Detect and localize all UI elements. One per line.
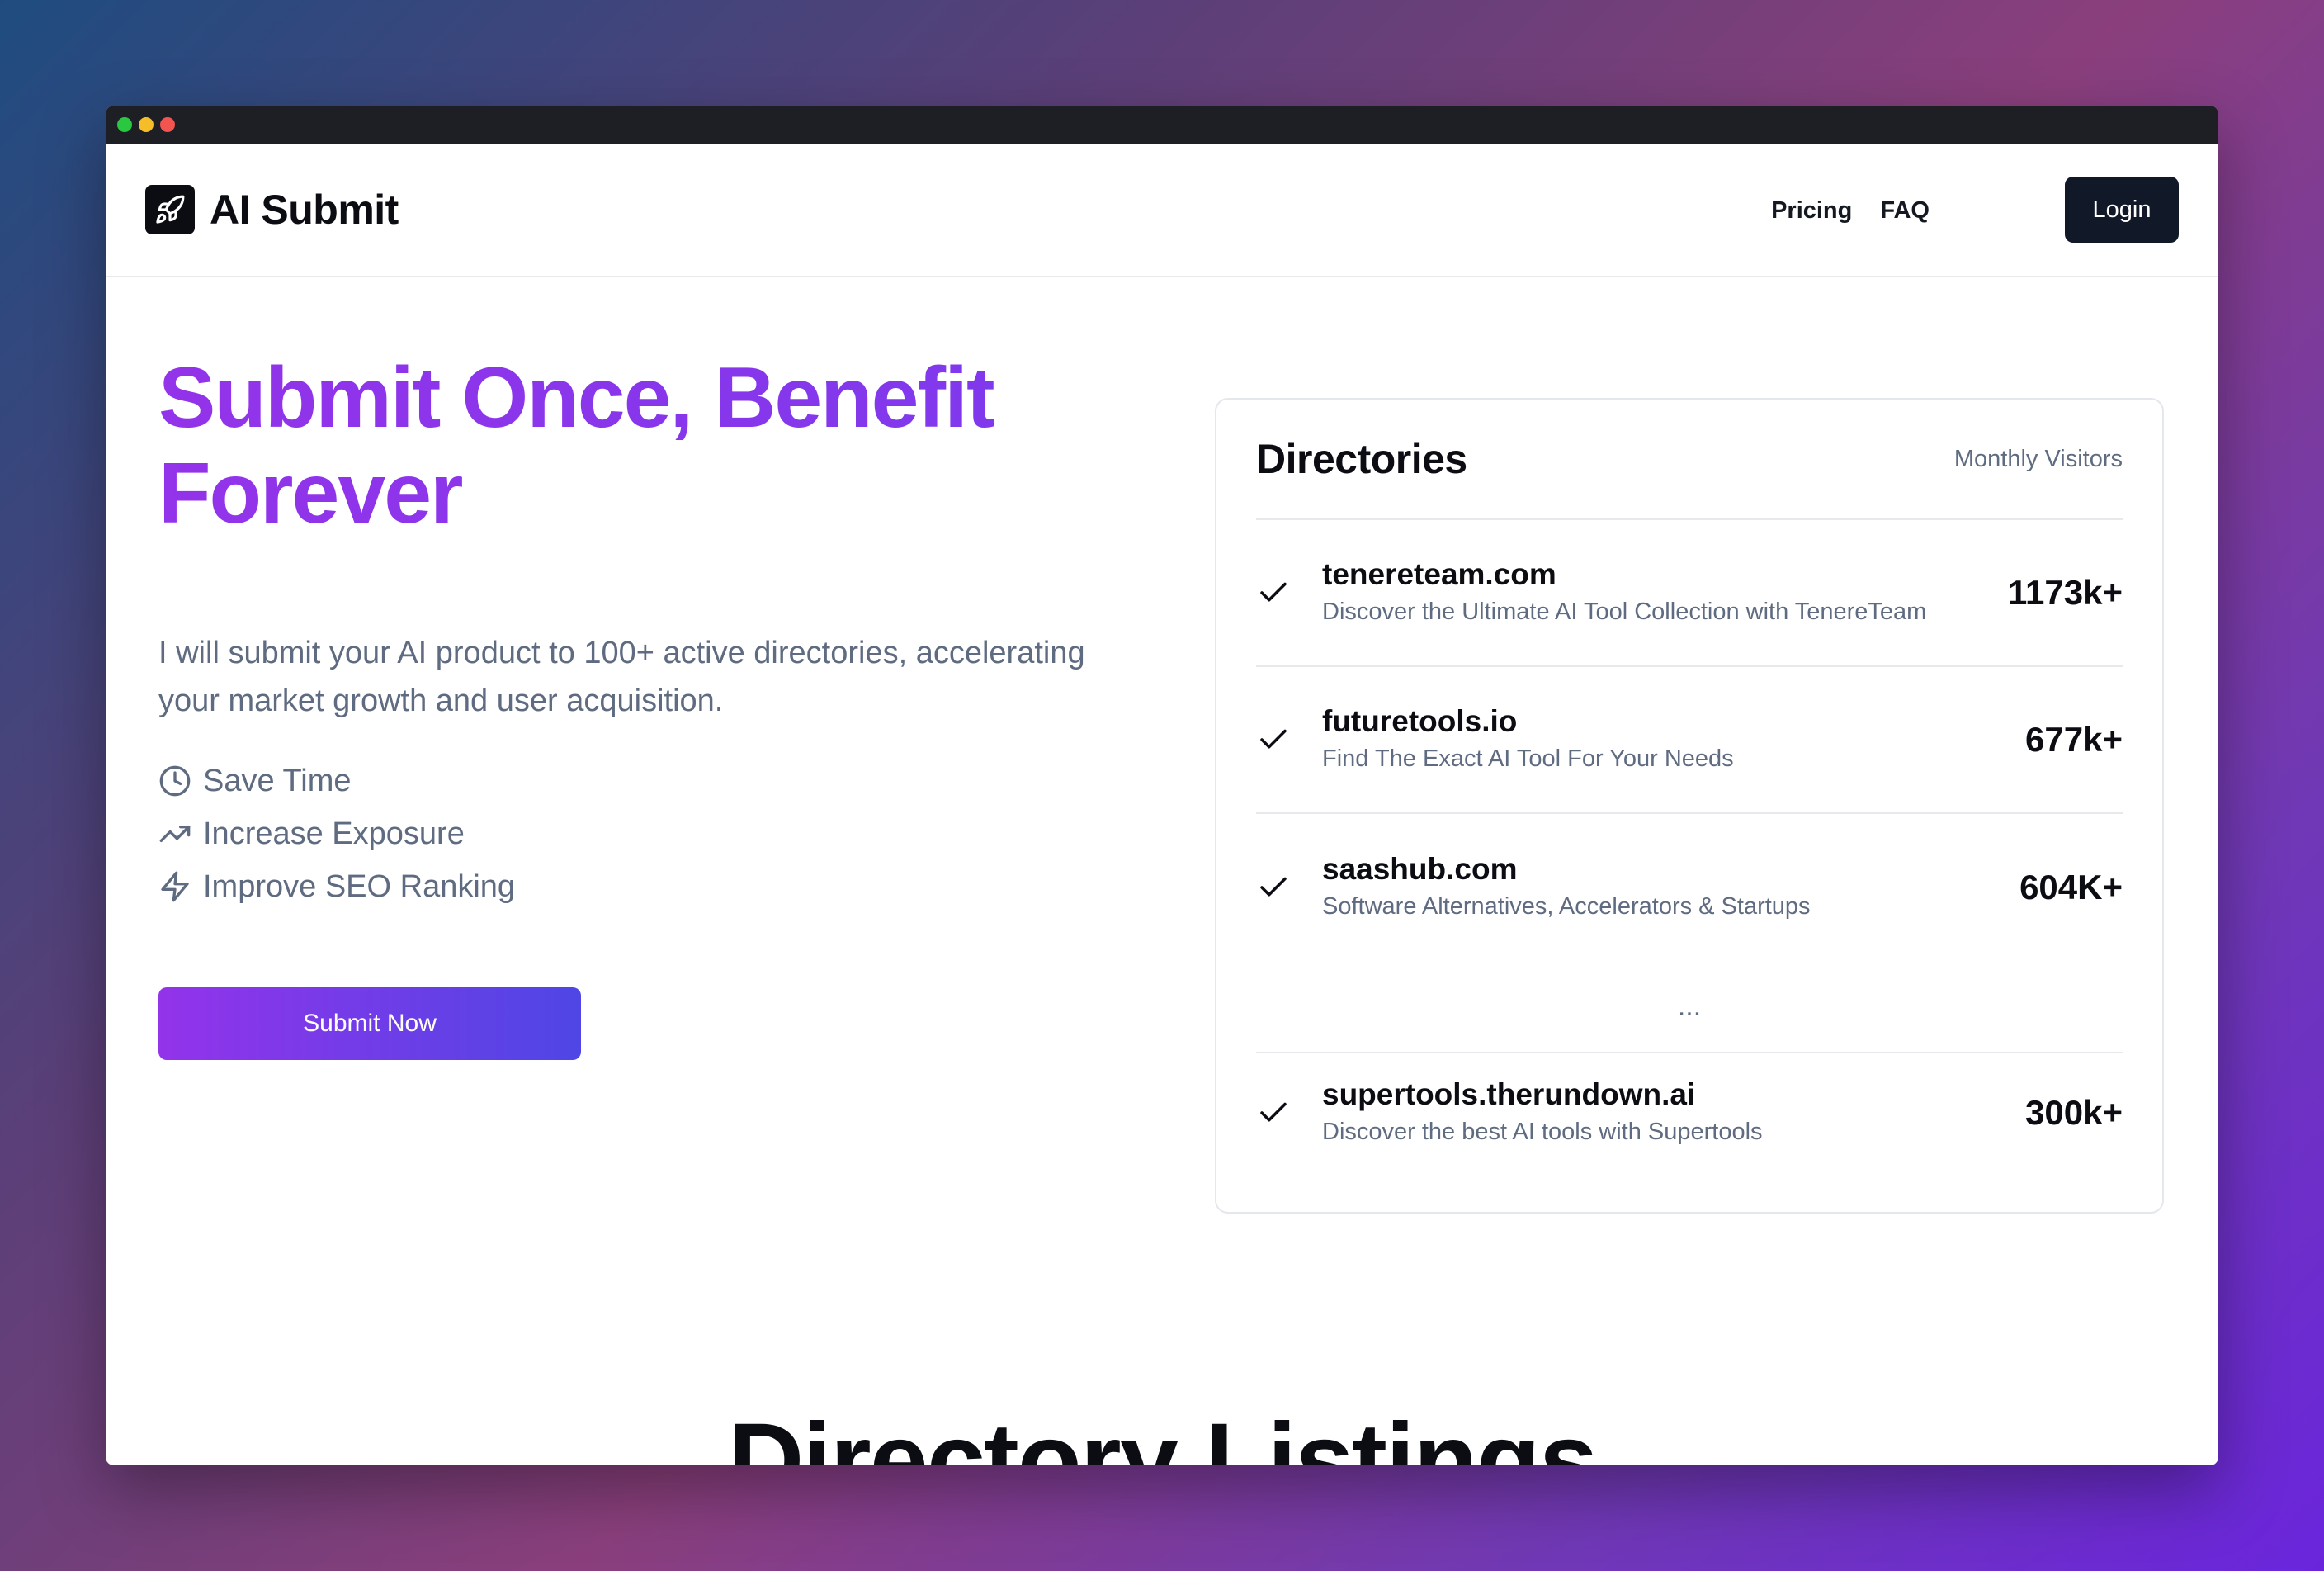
browser-window: AI Submit Pricing FAQ Login Submit Once,… xyxy=(106,106,2218,1465)
directory-description: Find The Exact AI Tool For Your Needs xyxy=(1322,745,1734,772)
directory-name: futuretools.io xyxy=(1322,704,1518,738)
check-icon xyxy=(1256,722,1322,757)
hero-title: Submit Once, Benefit Forever xyxy=(158,350,1198,542)
rocket-icon xyxy=(145,185,195,234)
directory-visitors: 300k+ xyxy=(2025,1093,2123,1132)
directory-row: saashub.com Software Alternatives, Accel… xyxy=(1256,814,2123,961)
directories-card: Directories Monthly Visitors tenereteam.… xyxy=(1215,398,2164,1214)
section-title: Directory Listings xyxy=(727,1402,1598,1465)
window-close-button[interactable] xyxy=(160,117,175,132)
directory-visitors: 604K+ xyxy=(2019,868,2123,906)
directory-visitors: 677k+ xyxy=(2025,720,2123,759)
feature-item: Improve SEO Ranking xyxy=(158,860,1198,913)
directory-name: supertools.therundown.ai xyxy=(1322,1077,1696,1111)
window-maximize-button[interactable] xyxy=(117,117,132,132)
directory-row: supertools.therundown.ai Discover the be… xyxy=(1256,1053,2123,1172)
directory-text: futuretools.io Find The Exact AI Tool Fo… xyxy=(1322,703,2025,777)
directory-name: saashub.com xyxy=(1322,852,1518,886)
login-button[interactable]: Login xyxy=(2065,177,2179,243)
feature-label: Increase Exposure xyxy=(203,816,465,851)
trending-up-icon xyxy=(159,826,191,842)
feature-list: Save Time Increase Exposure Improve SEO … xyxy=(158,755,1198,913)
directory-description: Software Alternatives, Accelerators & St… xyxy=(1322,893,1811,920)
directory-text: saashub.com Software Alternatives, Accel… xyxy=(1322,850,2019,925)
clock-icon xyxy=(159,765,191,797)
feature-item: Increase Exposure xyxy=(158,807,1198,860)
nav-links: Pricing FAQ xyxy=(1771,144,1930,277)
feature-label: Improve SEO Ranking xyxy=(203,868,516,904)
directory-description: Discover the Ultimate AI Tool Collection… xyxy=(1322,599,1927,625)
brand-name: AI Submit xyxy=(210,187,399,233)
window-minimize-button[interactable] xyxy=(139,117,154,132)
directory-text: tenereteam.com Discover the Ultimate AI … xyxy=(1322,556,2008,630)
directory-description: Discover the best AI tools with Supertoo… xyxy=(1322,1119,1763,1145)
directory-row: futuretools.io Find The Exact AI Tool Fo… xyxy=(1256,667,2123,814)
directory-visitors: 1173k+ xyxy=(2007,573,2123,612)
navbar: AI Submit Pricing FAQ Login xyxy=(106,144,2218,277)
brand-link[interactable]: AI Submit xyxy=(145,185,399,234)
directory-text: supertools.therundown.ai Discover the be… xyxy=(1322,1076,2025,1150)
card-header: Directories Monthly Visitors xyxy=(1256,400,2123,520)
check-icon xyxy=(1256,870,1322,905)
check-icon xyxy=(1256,575,1322,610)
nav-link-faq[interactable]: FAQ xyxy=(1880,197,1930,225)
hero-section: Submit Once, Benefit Forever I will subm… xyxy=(158,350,1198,1060)
directory-name: tenereteam.com xyxy=(1322,557,1556,591)
check-icon xyxy=(1256,1095,1322,1130)
nav-link-pricing[interactable]: Pricing xyxy=(1771,197,1852,225)
hero-description: I will submit your AI product to 100+ ac… xyxy=(158,636,1085,718)
more-directories-ellipsis: ... xyxy=(1256,961,2123,1053)
submit-now-button[interactable]: Submit Now xyxy=(158,987,581,1060)
feature-item: Save Time xyxy=(158,755,1198,807)
zap-icon xyxy=(161,871,189,902)
card-title: Directories xyxy=(1256,436,1467,482)
feature-label: Save Time xyxy=(203,763,352,798)
window-titlebar xyxy=(106,106,2218,144)
card-subtitle: Monthly Visitors xyxy=(1953,445,2123,472)
directory-row: tenereteam.com Discover the Ultimate AI … xyxy=(1256,520,2123,667)
